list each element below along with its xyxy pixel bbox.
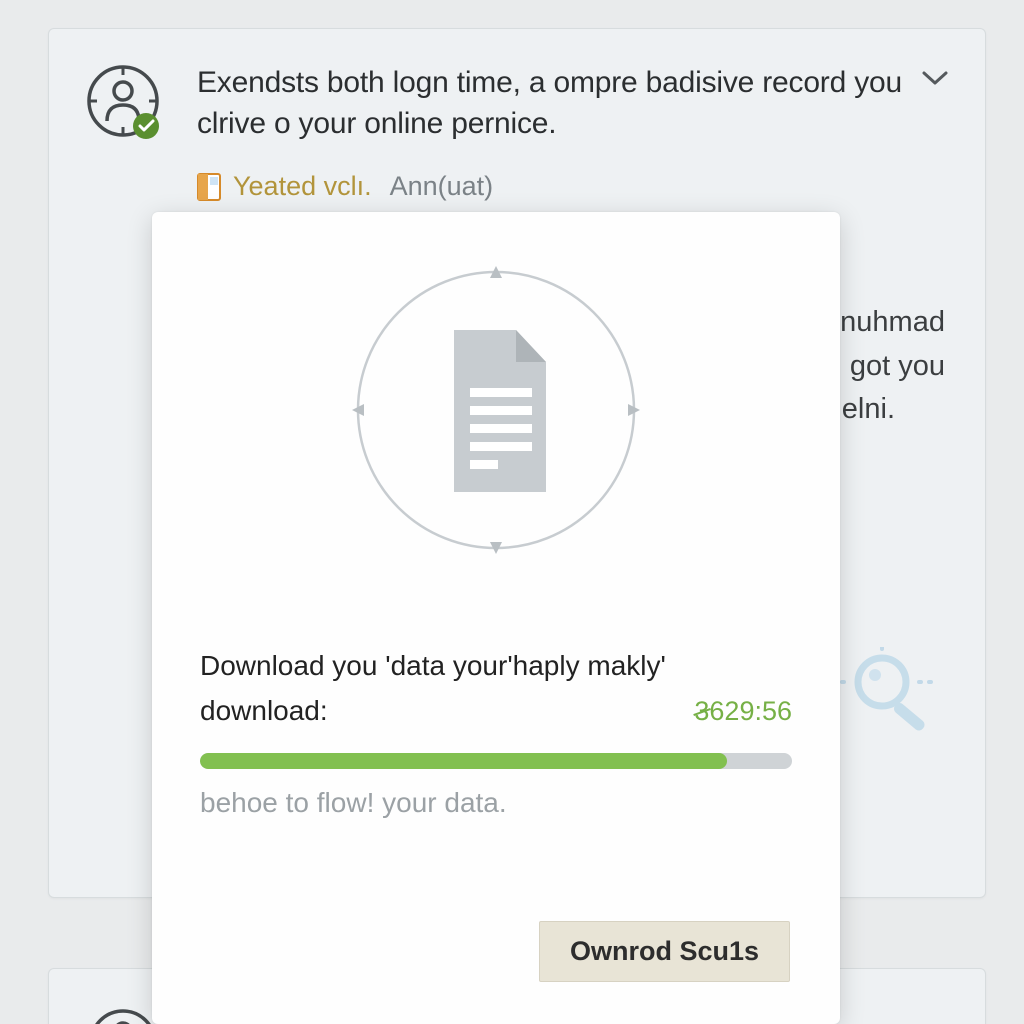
modal-body: Download you 'data your'haply makly' dow…	[152, 646, 840, 819]
download-time-remaining: 3629:56	[694, 696, 792, 727]
download-action-button[interactable]: Ownrod Scu1s	[539, 921, 790, 982]
magnifier-icon	[827, 647, 937, 737]
download-progress-bar	[200, 753, 792, 769]
download-title-line2: download:	[200, 691, 328, 732]
status-row: Yeated vclı. Ann(uat)	[197, 171, 949, 202]
status-label: Yeated vclı.	[233, 171, 372, 202]
download-modal: Download you 'data your'haply makly' dow…	[152, 212, 840, 1024]
user-target-check-icon	[85, 63, 167, 145]
panel-header: Exendsts both logn time, a ompre badisiv…	[85, 63, 949, 145]
panel-body-text: snuhmad n got you helni.	[826, 301, 945, 432]
download-title-line1: Download you 'data your'haply makly'	[200, 646, 792, 687]
status-sublabel: Ann(uat)	[390, 171, 494, 202]
document-small-icon	[197, 173, 221, 201]
download-subtext: behoe to flow! your data.	[200, 787, 792, 819]
chevron-down-icon[interactable]	[921, 69, 949, 87]
download-progress-fill	[200, 753, 727, 769]
document-target-icon	[346, 260, 646, 560]
panel-title: Exendsts both logn time, a ompre badisiv…	[197, 63, 949, 144]
